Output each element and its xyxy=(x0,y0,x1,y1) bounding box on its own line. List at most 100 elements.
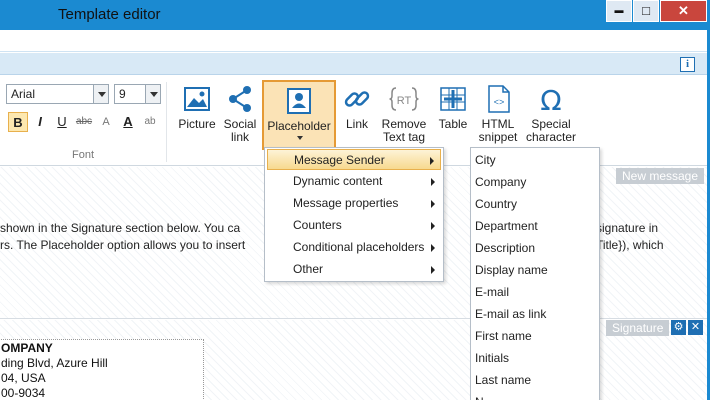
html-icon: <> xyxy=(488,85,510,113)
font-name-select[interactable]: Arial xyxy=(6,84,109,104)
close-icon: ✕ xyxy=(678,3,689,18)
close-icon[interactable]: ✕ xyxy=(688,320,703,335)
submenu-item-email[interactable]: E-mail xyxy=(473,281,597,303)
signature-phone: 00-9034 xyxy=(1,386,46,400)
menu-item-label: Dynamic content xyxy=(293,174,383,188)
bold-button[interactable]: B xyxy=(8,112,28,132)
template-editor-window: Template editor ▬ □ ✕ i Arial 9 B I U ab… xyxy=(0,0,710,400)
submenu-item-more[interactable]: N... xyxy=(473,391,597,400)
minimize-button[interactable]: ▬ xyxy=(606,0,632,22)
placeholder-menu: Message Sender Dynamic content Message p… xyxy=(264,147,444,282)
menu-item-conditional-placeholders[interactable]: Conditional placeholders xyxy=(267,237,441,258)
signature-box[interactable]: OMPANY ding Blvd, Azure Hill 04, USA 00-… xyxy=(0,339,204,400)
maximize-icon: □ xyxy=(642,3,650,18)
info-bar xyxy=(0,53,707,75)
message-sender-submenu: City Company Country Department Descript… xyxy=(470,147,600,400)
group-divider xyxy=(166,82,167,162)
message-text-line2-right: Title}), which xyxy=(596,238,664,252)
link-button[interactable]: Link xyxy=(340,80,374,150)
chevron-right-icon xyxy=(431,222,435,230)
font-color-button[interactable]: A xyxy=(118,112,138,132)
picture-label: Picture xyxy=(178,117,216,131)
picture-button[interactable]: Picture xyxy=(176,80,218,150)
submenu-item-email-as-link[interactable]: E-mail as link xyxy=(473,303,597,325)
font-name-value: Arial xyxy=(11,87,36,101)
submenu-item-first-name[interactable]: First name xyxy=(473,325,597,347)
chevron-right-icon xyxy=(431,178,435,186)
chevron-down-icon[interactable] xyxy=(93,85,108,103)
signature-tag: Signature xyxy=(606,320,670,336)
underline-button[interactable]: U xyxy=(52,112,72,132)
message-text-line1-right: signature in xyxy=(596,221,659,235)
chevron-down-icon xyxy=(297,136,303,140)
menu-item-label: Other xyxy=(293,262,324,276)
menu-item-label: Message properties xyxy=(293,196,399,210)
svg-text:<>: <> xyxy=(494,98,505,108)
strikethrough-button[interactable]: abc xyxy=(74,112,94,132)
chevron-right-icon xyxy=(431,244,435,252)
table-label: Table xyxy=(438,117,468,131)
html-snippet-button[interactable]: <> HTML snippet xyxy=(475,80,521,150)
menu-item-label: Conditional placeholders xyxy=(293,240,425,254)
special-character-label: Special character xyxy=(525,117,577,144)
html-snippet-label: HTML snippet xyxy=(478,117,518,144)
menu-item-other[interactable]: Other xyxy=(267,259,441,280)
submenu-item-last-name[interactable]: Last name xyxy=(473,369,597,391)
font-size-select[interactable]: 9 xyxy=(114,84,161,104)
italic-button[interactable]: I xyxy=(30,112,50,132)
menu-item-message-properties[interactable]: Message properties xyxy=(267,193,441,214)
omega-icon: Ω xyxy=(540,84,561,114)
message-text-line1: shown in the Signature section below. Yo… xyxy=(0,221,241,235)
submenu-item-company[interactable]: Company xyxy=(473,171,597,193)
social-link-button[interactable]: Social link xyxy=(222,80,258,150)
svg-text:RT: RT xyxy=(397,95,412,107)
tab-strip xyxy=(0,30,707,52)
menu-item-label: Message Sender xyxy=(294,153,385,167)
font-size-value: 9 xyxy=(119,87,126,101)
menu-item-dynamic-content[interactable]: Dynamic content xyxy=(267,171,441,192)
chevron-down-icon[interactable] xyxy=(145,85,160,103)
font-group-label: Font xyxy=(72,149,95,161)
submenu-item-country[interactable]: Country xyxy=(473,193,597,215)
placeholder-button[interactable]: Placeholder xyxy=(262,80,336,150)
table-button[interactable]: Table xyxy=(435,80,471,150)
submenu-item-initials[interactable]: Initials xyxy=(473,347,597,369)
remove-tag-icon: RT xyxy=(389,87,419,111)
title-bar: Template editor ▬ □ ✕ xyxy=(0,0,707,30)
link-label: Link xyxy=(345,117,368,131)
minimize-icon: ▬ xyxy=(614,5,624,15)
remove-text-tag-button[interactable]: RT Remove Text tag xyxy=(379,80,429,150)
signature-address: ding Blvd, Azure Hill xyxy=(1,356,108,370)
close-button[interactable]: ✕ xyxy=(660,0,707,22)
maximize-button[interactable]: □ xyxy=(633,0,659,22)
social-link-label: Social link xyxy=(223,117,257,144)
remove-text-tag-label: Remove Text tag xyxy=(381,117,427,144)
submenu-item-description[interactable]: Description xyxy=(473,237,597,259)
submenu-item-display-name[interactable]: Display name xyxy=(473,259,597,281)
submenu-item-department[interactable]: Department xyxy=(473,215,597,237)
placeholder-label: Placeholder xyxy=(267,119,331,133)
share-icon xyxy=(229,86,251,112)
submenu-item-city[interactable]: City xyxy=(473,149,597,171)
signature-zip: 04, USA xyxy=(1,371,46,385)
signature-company: OMPANY xyxy=(1,341,53,355)
window-title: Template editor xyxy=(58,6,161,23)
menu-item-message-sender[interactable]: Message Sender xyxy=(267,149,441,170)
clear-format-button[interactable]: A xyxy=(96,112,116,132)
table-icon xyxy=(440,87,466,111)
menu-item-counters[interactable]: Counters xyxy=(267,215,441,236)
picture-icon xyxy=(184,87,210,111)
info-icon[interactable]: i xyxy=(680,57,695,72)
new-message-tag: New message xyxy=(616,168,705,184)
highlight-button[interactable]: ab xyxy=(140,112,160,132)
link-icon xyxy=(344,91,370,107)
chevron-right-icon xyxy=(431,200,435,208)
special-character-button[interactable]: Ω Special character xyxy=(525,80,577,150)
chevron-right-icon xyxy=(430,157,434,165)
gear-icon[interactable]: ⚙ xyxy=(671,320,686,335)
svg-text:Ω: Ω xyxy=(540,84,561,114)
placeholder-icon xyxy=(287,88,311,114)
menu-item-label: Counters xyxy=(293,218,342,232)
chevron-right-icon xyxy=(431,266,435,274)
message-text-line2: rs. The Placeholder option allows you to… xyxy=(0,238,246,252)
